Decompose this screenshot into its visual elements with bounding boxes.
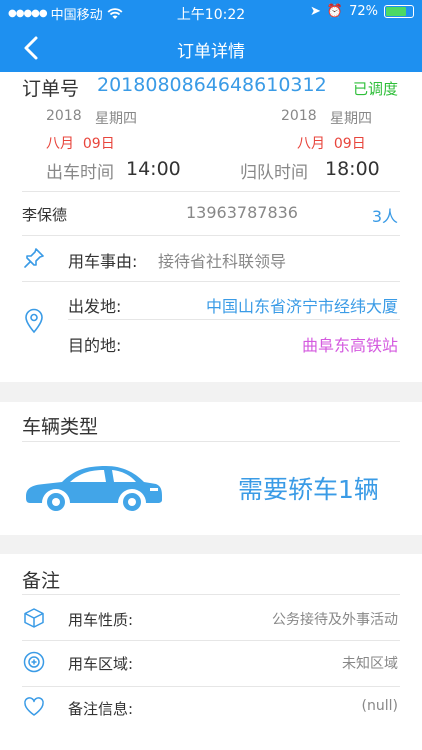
return-time-label: 归队时间 (240, 163, 308, 183)
divider (22, 594, 400, 595)
location-pin-icon (25, 308, 43, 334)
status-bar: ●●●●● 中国移动 上午10:22 ➤ ⏰ 72% (0, 0, 422, 24)
reason-value: 接待省社科联领导 (158, 252, 287, 271)
contact-phone[interactable]: 13963787836 (186, 203, 298, 222)
remark-label-info: 备注信息: (68, 700, 134, 718)
reason-label: 用车事由: (68, 252, 138, 271)
heart-icon (24, 697, 44, 716)
cube-icon (24, 608, 44, 628)
order-status-badge: 已调度 (352, 80, 398, 98)
location-arrow-icon: ➤ (310, 4, 321, 19)
from-label: 出发地: (68, 297, 122, 316)
remark-value-info: (null) (361, 698, 398, 714)
battery-fill (386, 7, 407, 16)
depart-time-label: 出车时间 (46, 163, 114, 183)
area-icon (23, 651, 45, 673)
return-time: 18:00 (325, 158, 380, 180)
remark-value-area: 未知区域 (342, 656, 398, 672)
order-number-label: 订单号 (22, 78, 80, 100)
car-icon (26, 466, 162, 512)
passenger-count: 3人 (371, 207, 398, 226)
pin-icon (24, 248, 44, 268)
divider (22, 191, 400, 192)
divider (22, 441, 400, 442)
contact-name: 李保德 (22, 206, 68, 224)
page-title: 订单详情 (177, 42, 245, 62)
battery-icon (384, 5, 414, 18)
order-number: 2018080864648610312 (97, 74, 327, 96)
depart-time: 14:00 (126, 158, 181, 180)
vehicle-need: 需要轿车1辆 (238, 475, 379, 504)
return-year: 2018 (281, 108, 317, 124)
divider (22, 640, 400, 641)
from-value[interactable]: 中国山东省济宁市经纬大厦 (206, 293, 398, 317)
to-label: 目的地: (68, 336, 122, 355)
remark-label-area: 用车区域: (68, 655, 134, 673)
depart-date: 八月 09日 (46, 136, 115, 152)
vehicle-section-title: 车辆类型 (22, 416, 99, 438)
divider (22, 235, 400, 236)
divider (68, 319, 400, 320)
nav-bar: 订单详情 (0, 24, 422, 72)
battery-percent: 72% (349, 4, 378, 19)
divider (22, 686, 400, 687)
depart-weekday: 星期四 (95, 111, 137, 127)
to-value[interactable]: 曲阜东高铁站 (302, 332, 398, 356)
remark-label-nature: 用车性质: (68, 611, 134, 629)
vehicle-card: 车辆类型 需要轿车1辆 (0, 402, 422, 535)
order-card: 订单号 2018080864648610312 已调度 2018 星期四 八月 … (0, 72, 422, 382)
return-weekday: 星期四 (330, 111, 372, 127)
depart-year: 2018 (46, 108, 82, 124)
return-date: 八月 09日 (297, 136, 366, 152)
status-right: ➤ ⏰ 72% (310, 4, 414, 19)
remark-value-nature: 公务接待及外事活动 (272, 612, 398, 628)
divider (22, 281, 400, 282)
remarks-section-title: 备注 (22, 570, 61, 592)
alarm-icon: ⏰ (326, 4, 344, 19)
remarks-card: 备注 用车性质: 公务接待及外事活动 用车区域: 未知区域 备注信息: (nul… (0, 554, 422, 750)
